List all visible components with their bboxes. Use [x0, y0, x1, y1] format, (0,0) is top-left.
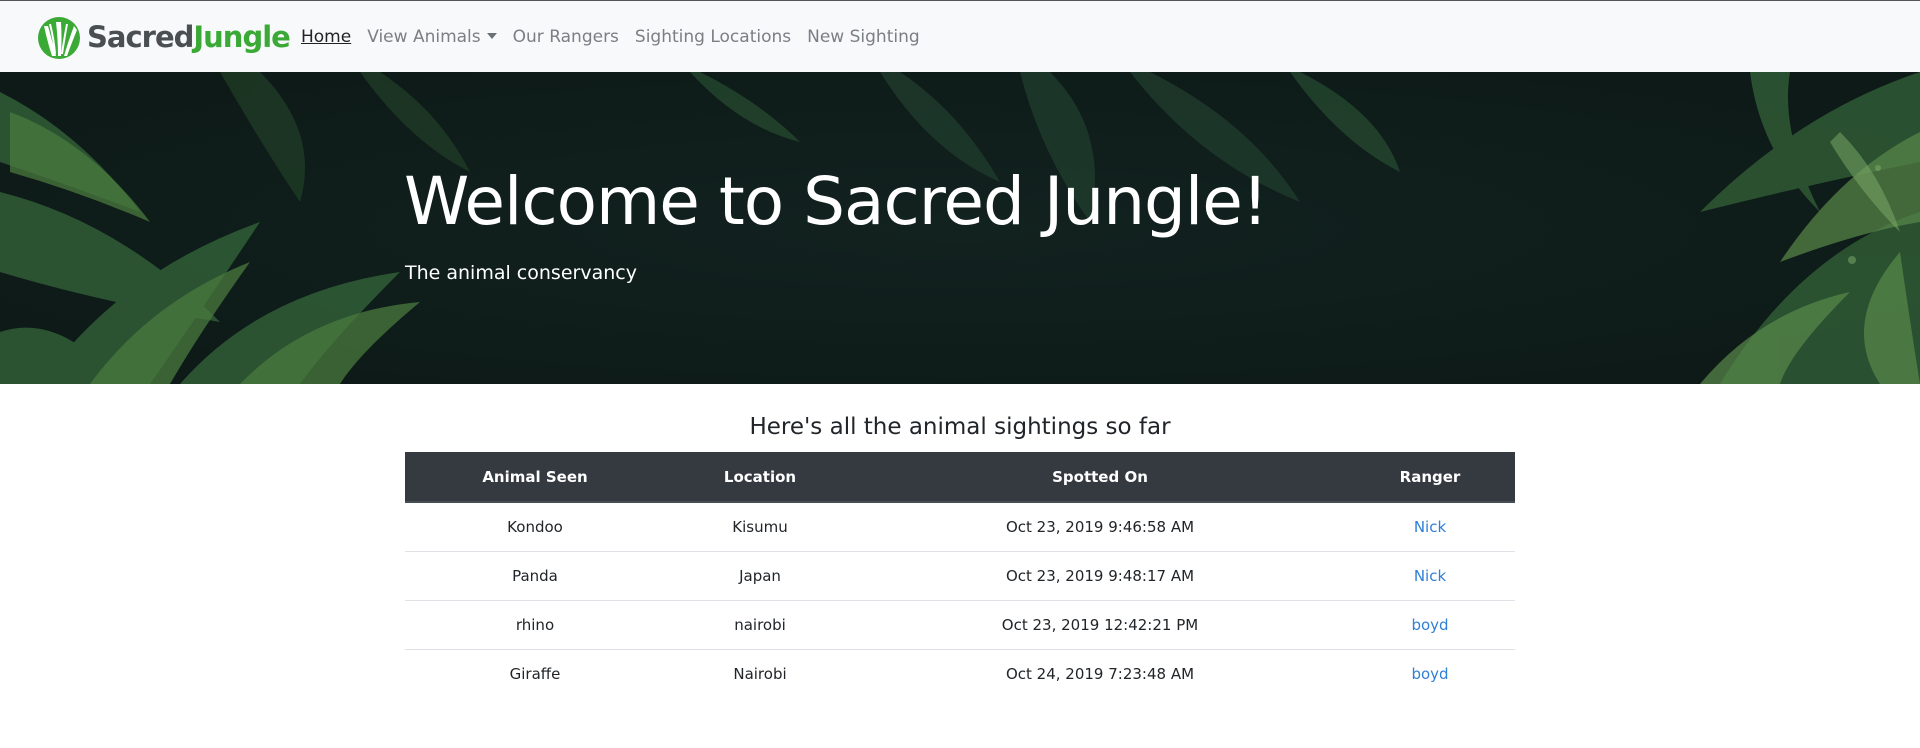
ranger-link[interactable]: Nick — [1414, 567, 1446, 585]
cell-animal: Kondoo — [405, 502, 665, 552]
cell-animal: Giraffe — [509, 664, 561, 683]
main-nav: Home View Animals Our Rangers Sighting L… — [301, 1, 936, 73]
table-header-row: Animal Seen Location Spotted On Ranger — [405, 452, 1515, 503]
cell-ranger: boyd — [1345, 600, 1515, 650]
table-row: Giraffe Nairobi Oct 24, 2019 7:23:48 AM … — [405, 649, 1515, 698]
cell-spotted-on: Oct 23, 2019 9:48:17 AM — [855, 551, 1345, 601]
brand-logo[interactable]: SacredJungle — [34, 13, 291, 61]
table-row: rhino nairobi Oct 23, 2019 12:42:21 PM b… — [405, 600, 1515, 650]
nav-our-rangers[interactable]: Our Rangers — [513, 27, 619, 47]
cell-location: Kisumu — [665, 502, 855, 552]
column-header-location: Location — [665, 452, 855, 503]
navbar: SacredJungle Home View Animals Our Range… — [0, 0, 1920, 72]
cell-spotted-on: Oct 24, 2019 7:23:48 AM — [1005, 664, 1195, 683]
table-row: Kondoo Kisumu Oct 23, 2019 9:46:58 AM Ni… — [405, 502, 1515, 552]
ranger-link[interactable]: boyd — [1411, 665, 1448, 683]
hero-subtitle: The animal conservancy — [405, 262, 637, 284]
table-row: Panda Japan Oct 23, 2019 9:48:17 AM Nick — [405, 551, 1515, 601]
cell-animal: rhino — [405, 600, 665, 650]
brand-name: SacredJungle — [87, 19, 291, 54]
brand-name-part1: Sacred — [87, 19, 194, 54]
sightings-table-header: Animal Seen Location Spotted On Ranger — [405, 452, 1515, 503]
nav-view-animals-dropdown[interactable]: View Animals — [367, 27, 497, 47]
hero-title: Welcome to Sacred Jungle! — [404, 163, 1268, 240]
column-header-spotted-on: Spotted On — [855, 452, 1345, 503]
column-header-ranger: Ranger — [1345, 452, 1515, 503]
cell-ranger: Nick — [1345, 551, 1515, 601]
nav-home[interactable]: Home — [301, 27, 351, 47]
nav-new-sighting[interactable]: New Sighting — [807, 27, 920, 47]
sightings-table: Animal Seen Location Spotted On Ranger K… — [405, 452, 1515, 698]
cell-spotted-on: Oct 23, 2019 12:42:21 PM — [855, 600, 1345, 650]
nav-sighting-locations[interactable]: Sighting Locations — [635, 27, 791, 47]
nav-view-animals-label: View Animals — [367, 27, 481, 47]
cell-animal: Panda — [405, 551, 665, 601]
ranger-link[interactable]: Nick — [1414, 518, 1446, 536]
cell-ranger: boyd — [1345, 649, 1515, 698]
cell-ranger: Nick — [1345, 502, 1515, 552]
sightings-heading: Here's all the animal sightings so far — [749, 414, 1171, 440]
column-header-animal: Animal Seen — [405, 452, 665, 503]
cell-location: nairobi — [665, 600, 855, 650]
cell-location: Japan — [665, 551, 855, 601]
jungle-leaf-icon — [38, 17, 80, 59]
sightings-table-body: Kondoo Kisumu Oct 23, 2019 9:46:58 AM Ni… — [405, 502, 1515, 698]
hero-banner: Welcome to Sacred Jungle! The animal con… — [0, 72, 1920, 384]
brand-name-part2: Jungle — [193, 19, 290, 54]
cell-location: Nairobi — [733, 664, 787, 683]
cell-spotted-on: Oct 23, 2019 9:46:58 AM — [855, 502, 1345, 552]
ranger-link[interactable]: boyd — [1411, 616, 1448, 634]
caret-down-icon — [486, 33, 497, 39]
